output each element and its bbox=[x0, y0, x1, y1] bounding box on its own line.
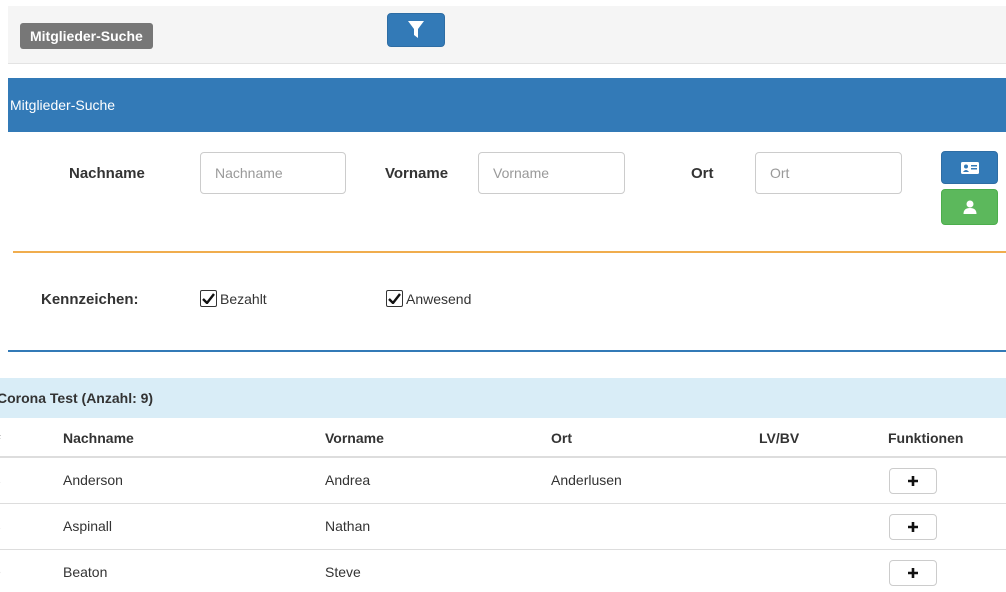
table-row[interactable]: 2 Aspinall Nathan bbox=[0, 504, 1006, 550]
bezahlt-checkbox[interactable]: Bezahlt bbox=[200, 290, 267, 307]
cell-nachname: Aspinall bbox=[63, 518, 113, 534]
vorname-label: Vorname bbox=[385, 165, 449, 182]
cell-vorname: Steve bbox=[325, 564, 361, 580]
table-header: # Nachname Vorname Ort LV/BV Funktionen bbox=[0, 418, 1006, 458]
column-header-number: # bbox=[0, 430, 4, 444]
vorname-input[interactable] bbox=[478, 152, 625, 194]
cell-vorname: Nathan bbox=[325, 518, 371, 534]
kennzeichen-label: Kennzeichen: bbox=[41, 291, 139, 308]
cell-vorname: Andrea bbox=[325, 472, 371, 488]
add-function-button[interactable] bbox=[889, 560, 937, 586]
row-number: 1 bbox=[0, 472, 4, 486]
check-icon bbox=[388, 293, 401, 304]
column-header-vorname[interactable]: Vorname bbox=[325, 430, 384, 446]
filter-button[interactable] bbox=[387, 13, 445, 47]
filter-icon bbox=[408, 21, 424, 38]
id-card-icon bbox=[960, 161, 979, 174]
ort-input[interactable] bbox=[755, 152, 902, 194]
panel-heading: Mitglieder-Suche bbox=[8, 78, 1006, 132]
add-function-button[interactable] bbox=[889, 514, 937, 540]
user-icon bbox=[963, 200, 976, 214]
anwesend-check-box[interactable] bbox=[386, 290, 403, 307]
ort-label: Ort bbox=[691, 165, 714, 182]
section-divider bbox=[13, 251, 1006, 253]
plus-icon bbox=[908, 522, 918, 532]
nachname-input[interactable] bbox=[200, 152, 346, 194]
bezahlt-check-box[interactable] bbox=[200, 290, 217, 307]
member-card-button[interactable] bbox=[941, 151, 998, 184]
table-row[interactable]: 3 Beaton Steve bbox=[0, 550, 1006, 592]
add-function-button[interactable] bbox=[889, 468, 937, 494]
check-icon bbox=[202, 293, 215, 304]
column-header-ort[interactable]: Ort bbox=[551, 430, 572, 446]
bezahlt-label: Bezahlt bbox=[220, 290, 267, 307]
column-header-funktionen: Funktionen bbox=[888, 430, 964, 446]
column-header-nachname[interactable]: Nachname bbox=[63, 430, 134, 446]
plus-icon bbox=[908, 568, 918, 578]
cell-nachname: Beaton bbox=[63, 564, 108, 580]
title-badge: Mitglieder-Suche bbox=[20, 23, 153, 49]
table-row[interactable]: 1 Anderson Andrea Anderlusen bbox=[0, 458, 1006, 504]
top-toolbar: Mitglieder-Suche bbox=[8, 6, 1006, 64]
cell-nachname: Anderson bbox=[63, 472, 123, 488]
plus-icon bbox=[908, 476, 918, 486]
nachname-label: Nachname bbox=[69, 165, 145, 182]
row-number: 2 bbox=[0, 518, 4, 532]
add-member-button[interactable] bbox=[941, 189, 998, 225]
anwesend-checkbox[interactable]: Anwesend bbox=[386, 290, 471, 307]
column-header-lvbv[interactable]: LV/BV bbox=[759, 430, 799, 446]
cell-ort: Anderlusen bbox=[551, 472, 622, 488]
row-number: 3 bbox=[0, 564, 4, 578]
results-caption-text: Corona Test (Anzahl: 9) bbox=[0, 390, 154, 406]
results-divider bbox=[8, 350, 1006, 352]
anwesend-label: Anwesend bbox=[406, 290, 472, 307]
results-caption: Corona Test (Anzahl: 9) bbox=[0, 378, 1006, 418]
